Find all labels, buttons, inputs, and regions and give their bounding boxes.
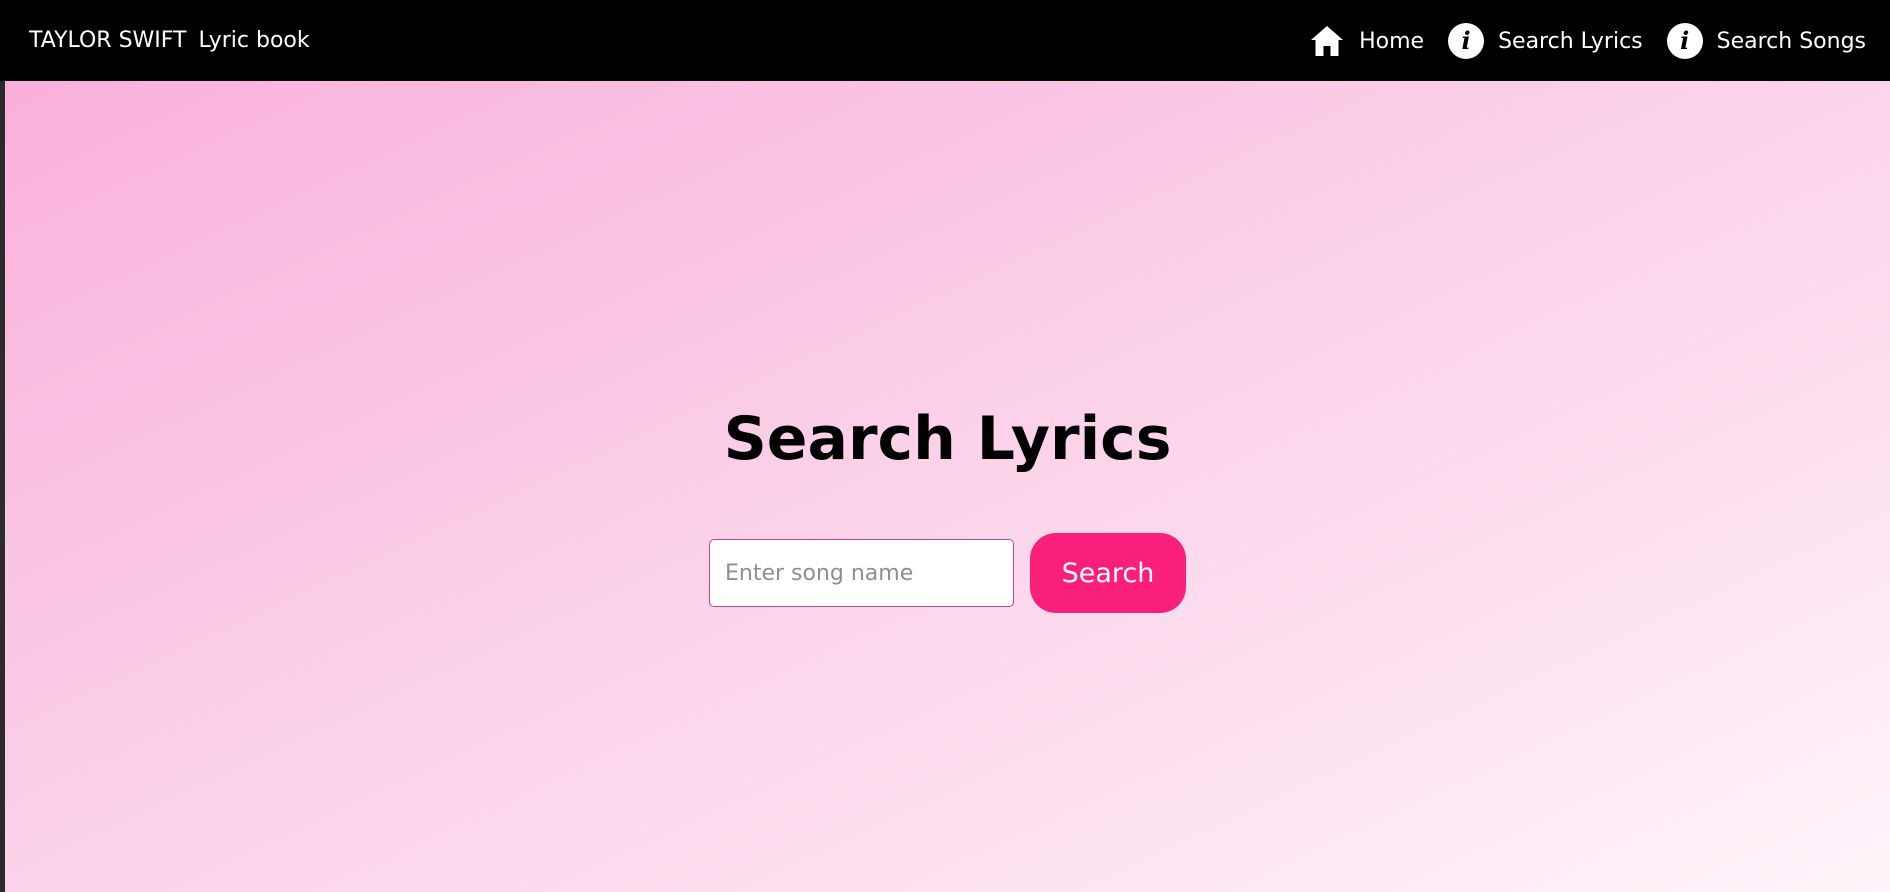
info-icon: i — [1448, 23, 1485, 59]
nav-link-label: Home — [1359, 28, 1425, 54]
info-icon: i — [1666, 23, 1703, 59]
brand-subtitle: Lyric book — [198, 28, 310, 53]
search-button[interactable]: Search — [1030, 533, 1186, 613]
song-name-input[interactable] — [709, 539, 1014, 607]
app-window: TAYLOR SWIFT Lyric book Home i Search Lyr… — [0, 0, 1890, 892]
nav-link-label: Search Songs — [1716, 28, 1866, 54]
nav-links: Home i Search Lyrics i Search Songs — [1309, 20, 1866, 62]
page-title: Search Lyrics — [723, 404, 1172, 474]
top-navbar: TAYLOR SWIFT Lyric book Home i Search Lyr… — [0, 0, 1890, 81]
nav-link-home[interactable]: Home — [1309, 23, 1424, 59]
brand[interactable]: TAYLOR SWIFT Lyric book — [29, 26, 310, 56]
brand-title: TAYLOR SWIFT — [29, 28, 187, 53]
nav-link-search-lyrics[interactable]: i Search Lyrics — [1448, 23, 1643, 59]
nav-link-label: Search Lyrics — [1498, 28, 1643, 54]
main-content: Search Lyrics Search — [5, 81, 1890, 892]
home-icon — [1311, 26, 1344, 56]
search-form: Search — [709, 533, 1186, 613]
nav-link-search-songs[interactable]: i Search Songs — [1666, 23, 1866, 59]
